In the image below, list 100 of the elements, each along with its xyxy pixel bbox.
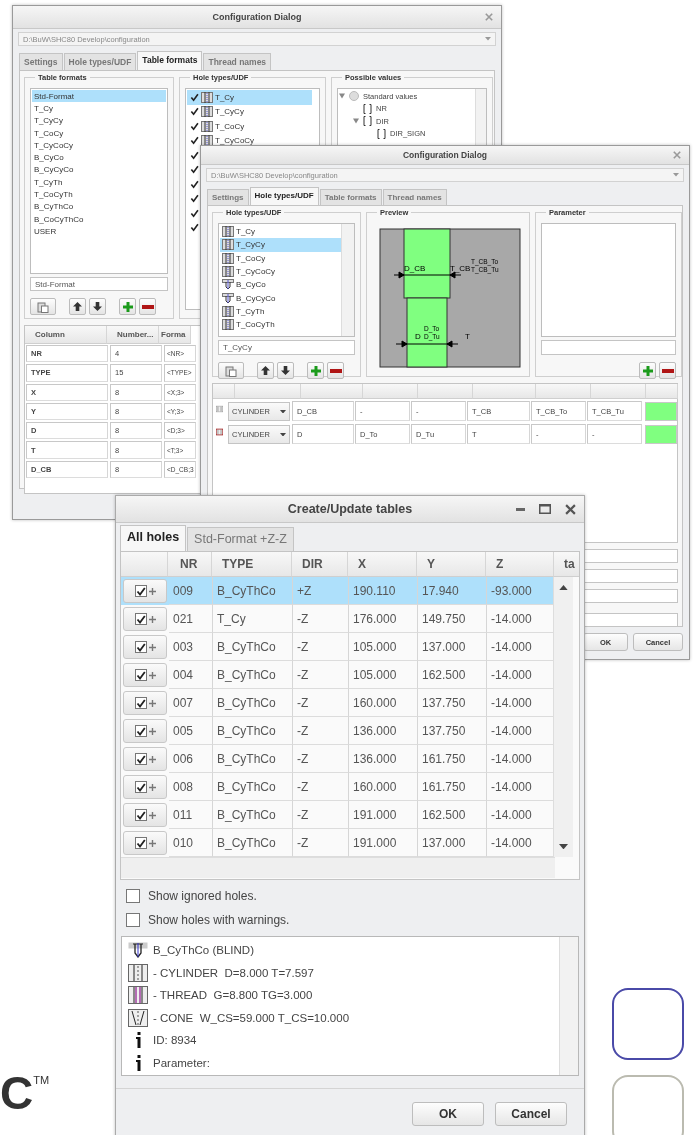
include-toggle-button[interactable] [123,803,167,827]
scrollbar[interactable] [559,937,578,1075]
include-toggle-button[interactable] [123,831,167,855]
include-toggle-button[interactable] [123,635,167,659]
hole-type-label[interactable]: T_CoCy [215,121,245,131]
dialog-button[interactable]: Cancel [495,1102,567,1126]
minimize-icon[interactable] [516,507,525,511]
list-item[interactable]: T_CyCoCy [32,139,166,152]
hole-type-label[interactable]: T_Cy [236,227,256,237]
column-header[interactable]: Number... [107,326,159,344]
list-item[interactable]: T_Cy [32,102,166,115]
hole-type-label[interactable]: T_CyTh [236,306,265,316]
column-header[interactable]: DIR [292,552,348,577]
add-button[interactable] [119,298,136,315]
table-row[interactable]: 005 B_CyThCo -Z 136.000 137.750 -14.000 [121,717,553,745]
hole-type-label[interactable]: T_CoCy [236,253,266,263]
include-toggle-button[interactable] [123,747,167,771]
expand-arrow-icon[interactable] [353,118,359,125]
hole-type-label[interactable]: B_CyCyCo [236,293,276,303]
include-toggle-button[interactable] [123,579,167,603]
table-row[interactable]: 003 B_CyThCo -Z 105.000 137.000 -14.000 [121,633,553,661]
list-item[interactable]: T_CyTh [32,176,166,189]
hole-type-label[interactable]: T_CyCoCy [215,136,255,146]
horizontal-scrollbar[interactable] [121,857,555,878]
list-item[interactable]: T_CoCyTh [32,188,166,201]
column-header[interactable]: Y [417,552,486,577]
column-header[interactable]: ta [554,552,579,577]
checkbox[interactable] [126,889,140,903]
checkbox[interactable] [134,725,147,737]
hole-type-label[interactable]: T_CyCy [236,240,265,250]
parameter-field[interactable] [541,340,676,355]
list-item[interactable]: B_CyThCo [32,200,166,213]
add-button[interactable] [307,362,324,379]
remove-button[interactable] [327,362,344,379]
column-header[interactable]: Forma [159,326,191,344]
checkbox[interactable] [189,135,199,146]
checkbox[interactable] [134,781,147,793]
tab[interactable]: Std-Format +Z-Z [187,527,294,552]
checkbox[interactable] [126,913,140,927]
table-row[interactable]: 007 B_CyThCo -Z 160.000 137.750 -14.000 [121,689,553,717]
move-down-button[interactable] [89,298,106,315]
include-toggle-button[interactable] [123,663,167,687]
remove-button[interactable] [139,298,156,315]
list-item[interactable]: B_CyCo [32,151,166,164]
column-header[interactable]: Z [486,552,554,577]
table-row[interactable]: 009 B_CyThCo +Z 190.110 17.940 -93.000 [121,577,553,605]
checkbox[interactable] [134,585,147,597]
list-item[interactable]: T_CoCy [32,126,166,140]
hole-type-label[interactable]: T_Cy [215,92,235,102]
color-swatch[interactable] [645,425,677,444]
option-label[interactable]: Show ignored holes. [148,889,257,903]
table-row[interactable]: 006 B_CyThCo -Z 136.000 161.750 -14.000 [121,745,553,773]
checkbox[interactable] [134,613,147,625]
table-row[interactable]: 021 T_Cy -Z 176.000 149.750 -14.000 [121,605,553,633]
include-toggle-button[interactable] [123,607,167,631]
include-toggle-button[interactable] [123,775,167,799]
hole-type-label[interactable]: B_CyCo [236,280,266,290]
maximize-icon[interactable] [539,504,551,514]
column-header[interactable]: X [348,552,417,577]
list-item[interactable]: B_CyCyCo [32,163,166,177]
column-header[interactable]: NR [168,552,212,577]
color-swatch[interactable] [645,402,677,421]
tab[interactable]: Thread names [203,53,272,71]
hole-type-label[interactable]: T_CyCy [215,107,244,117]
name-field[interactable]: T_CyCy [218,340,355,355]
checkbox[interactable] [134,837,147,849]
expand-arrow-icon[interactable] [339,93,345,100]
checkbox[interactable] [189,208,199,219]
checkbox[interactable] [189,121,199,132]
checkbox[interactable] [134,641,147,653]
tab[interactable]: All holes [120,525,187,552]
include-toggle-button[interactable] [123,691,167,715]
close-icon[interactable] [565,503,576,515]
table-row[interactable]: 004 B_CyThCo -Z 105.000 162.500 -14.000 [121,661,553,689]
include-toggle-button[interactable] [123,719,167,743]
list-item[interactable]: Std-Format [32,90,166,103]
vertical-scrollbar[interactable] [553,577,573,857]
name-field[interactable]: Std-Format [30,277,168,291]
move-up-button[interactable] [69,298,86,315]
tab[interactable]: Table formats [137,51,203,71]
remove-button[interactable] [659,362,676,379]
move-up-button[interactable] [257,362,274,379]
checkbox[interactable] [134,669,147,681]
column-header[interactable]: Column [25,326,107,344]
paste-button[interactable] [218,362,244,379]
dialog-button[interactable]: OK [412,1102,484,1126]
move-down-button[interactable] [277,362,294,379]
checkbox[interactable] [189,106,199,117]
checkbox[interactable] [134,809,147,821]
scrollbar[interactable] [341,224,354,336]
list-item[interactable]: B_CoCyThCo [32,212,166,226]
checkbox[interactable] [189,150,199,161]
checkbox[interactable] [134,753,147,765]
list-item[interactable]: T_CyCy [32,114,166,127]
checkbox[interactable] [189,92,199,103]
column-header[interactable]: TYPE [212,552,292,577]
table-row[interactable]: 008 B_CyThCo -Z 160.000 161.750 -14.000 [121,773,553,801]
table-row[interactable]: 011 B_CyThCo -Z 191.000 162.500 -14.000 [121,801,553,829]
add-button[interactable] [639,362,656,379]
checkbox[interactable] [189,179,199,190]
